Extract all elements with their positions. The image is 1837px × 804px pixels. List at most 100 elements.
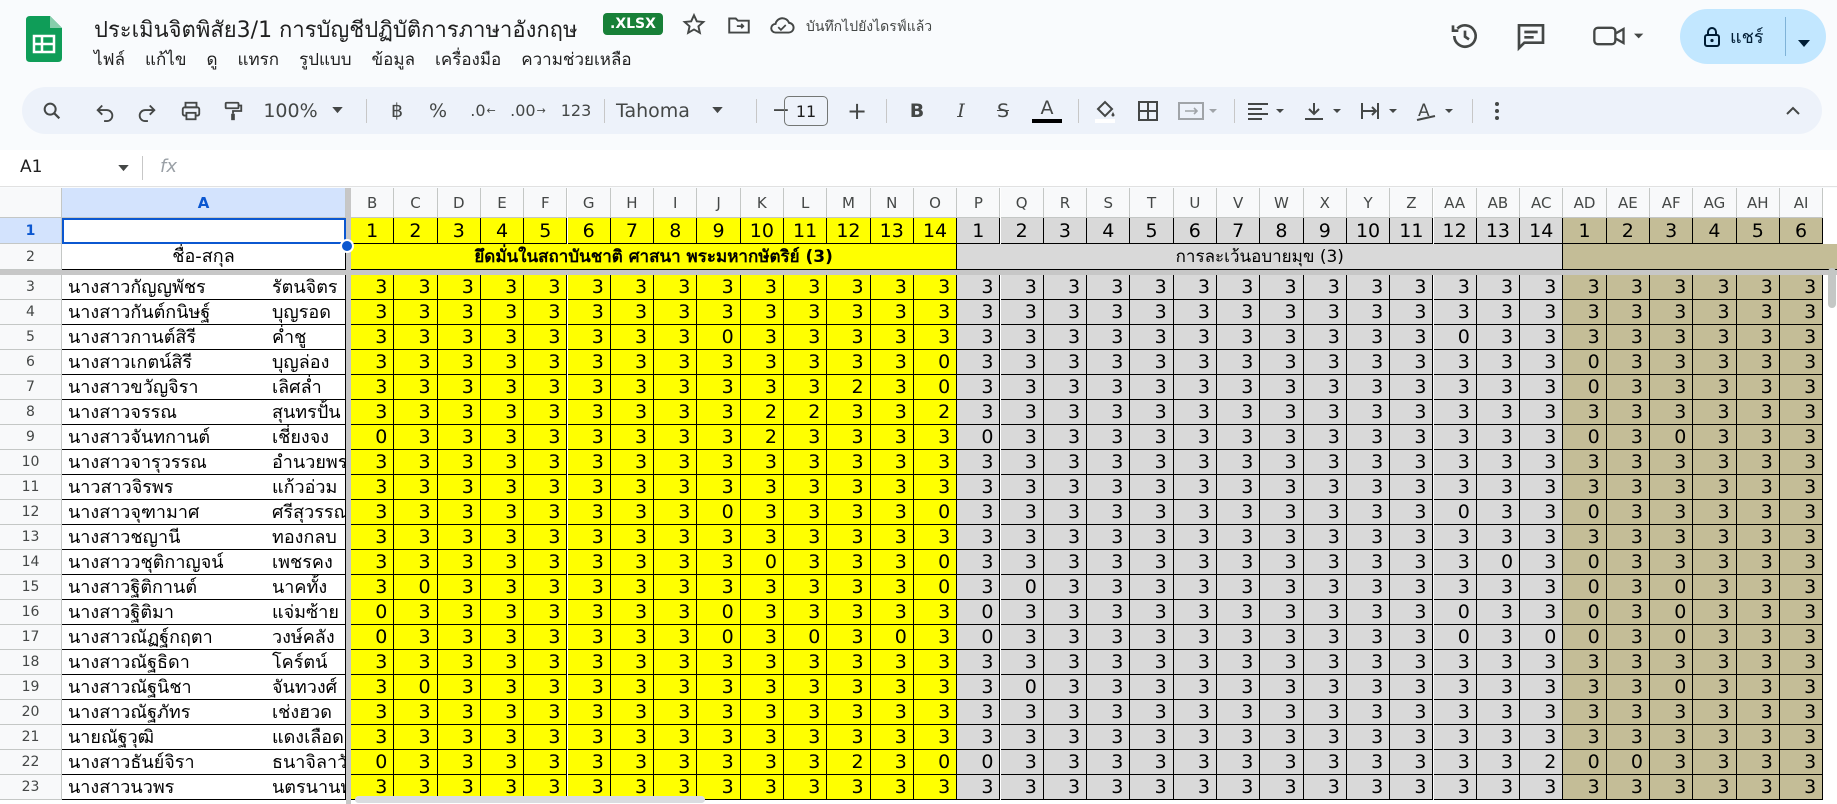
score-cell[interactable]: 3 [1303,700,1347,725]
score-cell[interactable]: 0 [351,625,395,650]
item-number-cell[interactable]: 1 [1563,218,1607,244]
score-cell[interactable]: 3 [870,575,914,600]
score-cell[interactable]: 3 [1693,650,1737,675]
score-cell[interactable]: 3 [1476,500,1521,525]
row-header[interactable]: 2 [0,244,62,270]
score-cell[interactable]: 3 [567,475,611,500]
score-cell[interactable]: 3 [567,325,611,350]
score-cell[interactable]: 3 [1000,425,1044,450]
score-cell[interactable]: 3 [1217,375,1261,400]
score-cell[interactable]: 3 [870,775,914,800]
score-cell[interactable]: 3 [394,375,438,400]
score-cell[interactable]: 3 [1303,625,1347,650]
name-box[interactable]: A1 [20,157,42,177]
score-cell[interactable]: 3 [610,400,655,425]
score-cell[interactable]: 3 [1606,350,1650,375]
score-cell[interactable]: 3 [567,625,611,650]
score-cell[interactable]: 3 [1476,350,1521,375]
score-cell[interactable]: 3 [1520,575,1564,600]
score-cell[interactable]: 3 [1390,625,1434,650]
item-number-cell[interactable]: 5 [524,218,568,244]
score-cell[interactable]: 3 [784,425,828,450]
score-cell[interactable]: 3 [870,675,914,700]
font-size-increase-button[interactable]: + [842,87,872,134]
menu-file[interactable]: ไฟล์ [84,46,135,73]
select-all-corner[interactable] [0,188,62,218]
score-cell[interactable]: 3 [1260,500,1304,525]
score-cell[interactable]: 3 [1303,300,1347,325]
score-cell[interactable]: 3 [1779,675,1824,700]
item-number-cell[interactable]: 5 [1130,218,1174,244]
score-cell[interactable]: 3 [1130,350,1174,375]
score-cell[interactable]: 3 [1173,275,1217,300]
frozen-column-divider[interactable] [346,188,351,804]
column-header[interactable]: S [1087,188,1131,218]
score-cell[interactable]: 3 [1520,350,1564,375]
score-cell[interactable]: 3 [1043,750,1088,775]
score-cell[interactable]: 3 [1779,300,1824,325]
row-header[interactable]: 14 [0,550,62,575]
borders-icon[interactable] [1132,87,1164,134]
score-cell[interactable]: 3 [1173,775,1217,800]
score-cell[interactable]: 3 [1260,450,1304,475]
score-cell[interactable]: 3 [1650,725,1694,750]
score-cell[interactable]: 0 [697,500,741,525]
score-cell[interactable]: 3 [1779,350,1824,375]
menu-edit[interactable]: แก้ไข [135,46,196,73]
score-cell[interactable]: 3 [654,675,698,700]
item-number-cell[interactable]: 5 [1736,218,1780,244]
score-cell[interactable]: 3 [1087,525,1131,550]
score-cell[interactable]: 3 [913,650,958,675]
score-cell[interactable]: 3 [697,750,741,775]
score-cell[interactable]: 3 [437,400,481,425]
score-cell[interactable]: 3 [913,475,958,500]
score-cell[interactable]: 3 [1520,675,1564,700]
score-cell[interactable]: 3 [1303,425,1347,450]
search-menus-icon[interactable] [36,87,68,134]
score-cell[interactable]: 3 [1217,725,1261,750]
row-header[interactable]: 21 [0,725,62,750]
column-header[interactable]: AF [1650,188,1694,218]
score-cell[interactable]: 0 [1433,325,1477,350]
score-cell[interactable]: 3 [1606,300,1650,325]
score-cell[interactable]: 3 [827,275,871,300]
score-cell[interactable]: 3 [351,575,395,600]
score-cell[interactable]: 3 [870,750,914,775]
fill-handle[interactable] [340,239,354,253]
score-cell[interactable]: 3 [1563,775,1607,800]
item-number-cell[interactable]: 4 [1693,218,1737,244]
score-cell[interactable]: 3 [654,700,698,725]
score-cell[interactable]: 3 [1217,325,1261,350]
score-cell[interactable]: 3 [1390,725,1434,750]
score-cell[interactable]: 3 [1130,500,1174,525]
increase-decimal-button[interactable]: .00 → [508,87,548,134]
score-cell[interactable]: 3 [697,475,741,500]
score-cell[interactable]: 3 [1217,400,1261,425]
score-cell[interactable]: 3 [394,625,438,650]
score-cell[interactable]: 3 [1346,500,1391,525]
student-name-cell[interactable]: นางสาวกานต์สิรี ค่ำชู [62,325,346,350]
score-cell[interactable]: 3 [1260,425,1304,450]
score-cell[interactable]: 3 [1043,675,1088,700]
score-cell[interactable]: 3 [1043,275,1088,300]
item-number-cell[interactable]: 11 [1390,218,1434,244]
score-cell[interactable]: 3 [697,350,741,375]
score-cell[interactable]: 3 [1043,425,1088,450]
score-cell[interactable]: 3 [1736,700,1780,725]
score-cell[interactable]: 3 [957,475,1001,500]
score-cell[interactable]: 3 [1693,625,1737,650]
score-cell[interactable]: 3 [1520,325,1564,350]
score-cell[interactable]: 3 [1476,400,1521,425]
row-header[interactable]: 15 [0,575,62,600]
score-cell[interactable]: 3 [1433,725,1477,750]
score-cell[interactable]: 3 [1000,625,1044,650]
score-cell[interactable]: 3 [1693,375,1737,400]
score-cell[interactable]: 0 [1650,575,1694,600]
student-name-cell[interactable]: นางสาวธันย์จิรา ธนาจิลาวัลย์ [62,750,346,775]
score-cell[interactable]: 3 [957,650,1001,675]
score-cell[interactable]: 3 [480,575,525,600]
score-cell[interactable]: 3 [1520,375,1564,400]
score-cell[interactable]: 3 [480,475,525,500]
score-cell[interactable]: 3 [1650,325,1694,350]
row-header[interactable]: 20 [0,700,62,725]
